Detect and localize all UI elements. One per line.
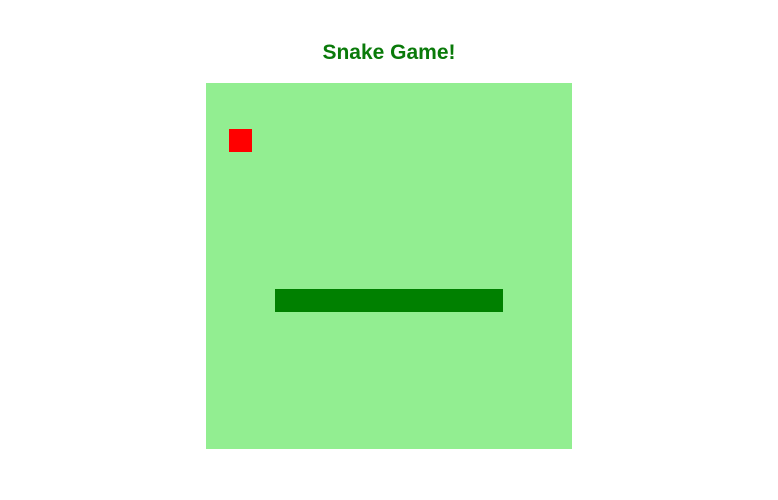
food-item — [228, 128, 252, 152]
snake-segment — [411, 288, 435, 312]
snake-segment — [274, 288, 298, 312]
page-title: Snake Game! — [322, 41, 456, 64]
page: Snake Game! — [0, 0, 778, 500]
snake-segment — [434, 288, 458, 312]
snake-segment — [389, 288, 412, 312]
snake-segment — [297, 288, 321, 312]
snake-segment — [343, 288, 367, 312]
snake-head — [480, 288, 504, 312]
snake-segment — [320, 288, 344, 312]
snake-segment — [366, 288, 389, 312]
snake-segment — [457, 288, 481, 312]
game-board[interactable] — [206, 83, 572, 449]
